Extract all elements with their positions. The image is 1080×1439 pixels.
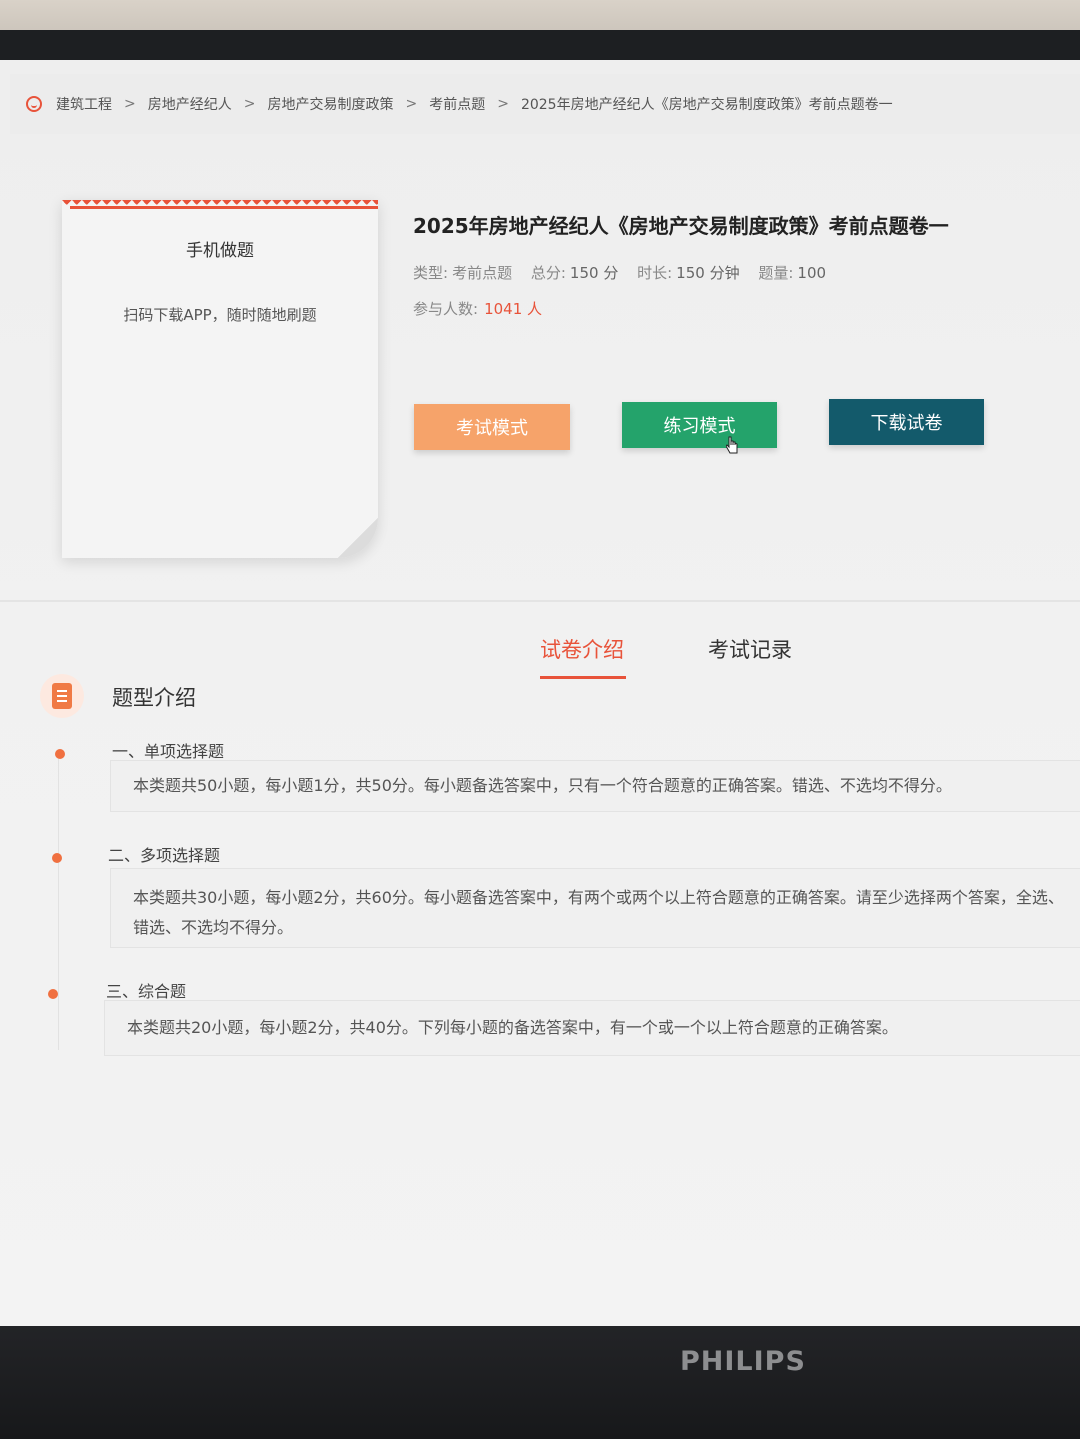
mobile-practice-card: 手机做题 扫码下载APP，随时随地刷题 bbox=[62, 200, 378, 558]
question-type-heading: 一、单项选择题 bbox=[112, 742, 225, 761]
breadcrumb-item-current: 2025年房地产经纪人《房地产交易制度政策》考前点题卷一 bbox=[520, 97, 893, 113]
count-label: 题量: bbox=[758, 264, 794, 282]
monitor-screen: 建筑工程 > 房地产经纪人 > 房地产交易制度政策 > 考前点题 > 2025年… bbox=[0, 60, 1080, 1330]
timeline-dot bbox=[48, 989, 58, 999]
participants: 参与人数: 1041 人 bbox=[413, 298, 542, 319]
page-fold-corner bbox=[338, 518, 378, 558]
score-label: 总分: bbox=[530, 264, 566, 282]
score-value: 150 分 bbox=[569, 264, 619, 282]
monitor-bezel-bottom bbox=[0, 1326, 1080, 1439]
duration-label: 时长: bbox=[637, 264, 673, 282]
section-divider bbox=[0, 600, 1080, 602]
paper-meta: 类型: 考前点题 总分: 150 分 时长: 150 分钟 题量: 100 bbox=[413, 262, 840, 283]
mobile-practice-title: 手机做题 bbox=[186, 241, 254, 261]
download-paper-button[interactable]: 下载试卷 bbox=[829, 399, 984, 445]
hand-cursor-icon bbox=[726, 436, 738, 454]
breadcrumb-item-construction[interactable]: 建筑工程 bbox=[56, 94, 112, 114]
tab-paper-intro[interactable]: 试卷介绍 bbox=[540, 634, 624, 664]
practice-mode-button[interactable]: 练习模式 bbox=[622, 402, 777, 448]
card-top-bar bbox=[70, 206, 378, 209]
breadcrumb-item-policy[interactable]: 房地产交易制度政策 bbox=[267, 94, 393, 114]
timeline-dot bbox=[52, 853, 62, 863]
timeline-line bbox=[58, 750, 59, 1050]
breadcrumb-separator: > bbox=[124, 96, 136, 112]
question-type-heading: 三、综合题 bbox=[106, 982, 187, 1001]
monitor-brand-logo: PHILIPS bbox=[680, 1346, 806, 1377]
type-value: 考前点题 bbox=[452, 264, 513, 282]
mobile-practice-subtitle: 扫码下载APP，随时随地刷题 bbox=[123, 306, 317, 324]
timeline-dot bbox=[55, 749, 65, 759]
question-types-title: 题型介绍 bbox=[112, 686, 196, 710]
participants-label: 参与人数: bbox=[413, 300, 479, 318]
question-type-heading: 二、多项选择题 bbox=[108, 846, 221, 865]
exam-mode-button[interactable]: 考试模式 bbox=[414, 404, 570, 450]
count-value: 100 bbox=[797, 264, 827, 282]
breadcrumb-separator: > bbox=[405, 96, 418, 112]
active-tab-underline bbox=[540, 676, 626, 679]
question-type-description: 本类题共20小题，每小题2分，共40分。下列每小题的备选答案中，有一个或一个以上… bbox=[104, 1000, 1080, 1056]
breadcrumb-item-pretest[interactable]: 考前点题 bbox=[429, 94, 485, 114]
type-label: 类型: bbox=[413, 264, 449, 282]
location-icon bbox=[26, 96, 42, 112]
breadcrumb-separator: > bbox=[497, 96, 509, 112]
breadcrumb-item-agent[interactable]: 房地产经纪人 bbox=[148, 94, 232, 114]
tab-exam-records[interactable]: 考试记录 bbox=[708, 634, 792, 664]
duration-value: 150 分钟 bbox=[676, 264, 740, 282]
participants-value: 1041 人 bbox=[484, 300, 543, 318]
paper-title: 2025年房地产经纪人《房地产交易制度政策》考前点题卷一 bbox=[413, 214, 949, 238]
question-type-description: 本类题共50小题，每小题1分，共50分。每小题备选答案中，只有一个符合题意的正确… bbox=[110, 760, 1080, 812]
breadcrumb: 建筑工程 > 房地产经纪人 > 房地产交易制度政策 > 考前点题 > 2025年… bbox=[10, 74, 1080, 134]
document-icon bbox=[40, 674, 84, 718]
breadcrumb-separator: > bbox=[243, 96, 256, 112]
monitor-bezel-top bbox=[0, 30, 1080, 62]
question-type-description: 本类题共30小题，每小题2分，共60分。每小题备选答案中，有两个或两个以上符合题… bbox=[110, 868, 1080, 948]
